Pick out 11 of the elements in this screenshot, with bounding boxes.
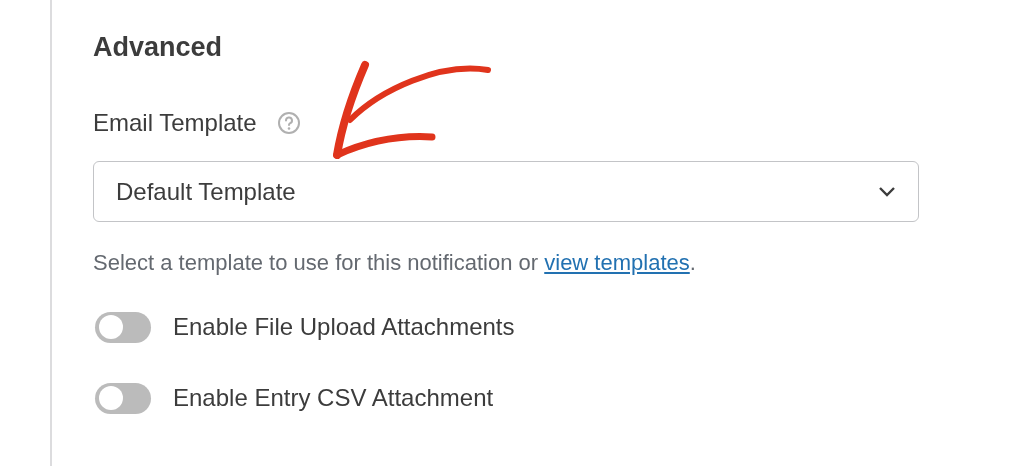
help-icon[interactable]	[276, 111, 301, 135]
toggle-switch[interactable]	[95, 382, 151, 414]
toggle-switch[interactable]	[95, 311, 151, 343]
help-text: Select a template to use for this notification or view templates.	[93, 249, 697, 277]
view-templates-link[interactable]: view templates	[544, 250, 690, 275]
template-dropdown[interactable]: Default Template	[93, 161, 919, 222]
field-label: Email Template	[93, 108, 257, 138]
toggle-label: Enable Entry CSV Attachment	[173, 383, 494, 413]
section-heading: Advanced	[93, 31, 224, 64]
chevron-down-icon	[878, 185, 896, 198]
toggle-label: Enable File Upload Attachments	[173, 312, 515, 342]
